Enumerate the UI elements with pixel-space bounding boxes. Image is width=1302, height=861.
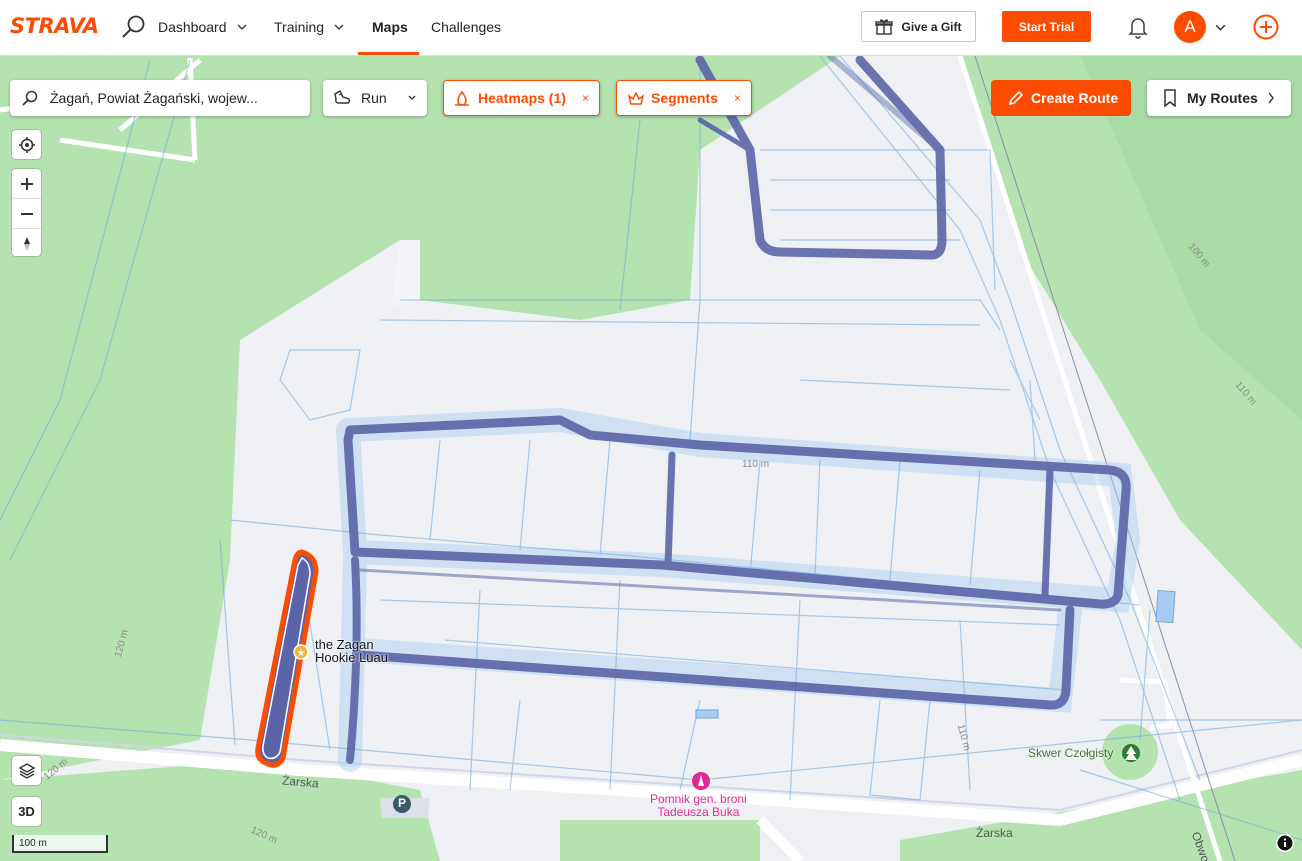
minus-icon — [20, 212, 33, 215]
heatmaps-label: Heatmaps (1) — [478, 90, 566, 106]
notification-bell-icon[interactable] — [1126, 15, 1150, 39]
svg-text:★: ★ — [297, 648, 306, 659]
search-value: Żagań, Powiat Żagański, wojew... — [50, 90, 258, 106]
monument-label-line2: Tadeusza Buka — [657, 805, 740, 819]
shoe-icon — [334, 90, 351, 104]
chevron-down-icon — [237, 24, 246, 30]
compass-button[interactable] — [12, 229, 41, 258]
attribution-info-button[interactable] — [1276, 834, 1294, 852]
parking-label: P — [398, 796, 407, 810]
poi-label[interactable]: the Zagan Hookie Luau — [315, 638, 388, 664]
segment-crown-icon — [627, 91, 645, 105]
give-gift-label: Give a Gift — [901, 19, 962, 34]
nav-training-label: Training — [274, 19, 325, 35]
compass-icon — [23, 236, 30, 251]
scale-bar: 100 m — [12, 835, 108, 853]
avatar[interactable]: A — [1174, 11, 1206, 43]
heatmap-icon — [455, 90, 469, 106]
active-tab-indicator — [358, 52, 419, 55]
monument-label[interactable]: Pomnik gen. broni Tadeusza Buka — [650, 793, 747, 819]
nav-challenges[interactable]: Challenges — [431, 19, 501, 35]
locate-me-button[interactable] — [12, 130, 41, 159]
nav-dashboard-label: Dashboard — [158, 19, 227, 35]
strava-logo[interactable]: STRAVA — [10, 14, 99, 38]
zoom-in-button[interactable] — [12, 169, 41, 198]
layers-icon — [18, 762, 35, 779]
chevron-down-icon[interactable] — [1215, 22, 1226, 33]
locate-icon — [18, 136, 35, 153]
add-circle-icon[interactable] — [1253, 14, 1279, 40]
create-route-label: Create Route — [1031, 90, 1119, 106]
bookmark-icon — [1164, 89, 1176, 107]
poi-label-line2: Hookie Luau — [315, 650, 388, 665]
chevron-down-icon — [408, 95, 416, 100]
street-label: Żarska — [976, 826, 1013, 840]
heatmaps-filter-chip[interactable]: Heatmaps (1) × — [443, 80, 600, 116]
info-icon — [1277, 835, 1293, 851]
map-layers-button[interactable] — [12, 756, 41, 785]
map-graphics: ★ — [0, 56, 1302, 861]
segments-label: Segments — [651, 90, 718, 106]
close-icon[interactable]: × — [734, 91, 741, 105]
nav-training[interactable]: Training — [274, 19, 344, 35]
location-search-input[interactable]: Żagań, Powiat Żagański, wojew... — [10, 80, 310, 116]
3d-toggle-button[interactable]: 3D — [12, 797, 41, 826]
nav-challenges-label: Challenges — [431, 19, 502, 35]
sport-value: Run — [361, 90, 387, 106]
start-trial-button[interactable]: Start Trial — [1002, 11, 1091, 42]
my-routes-label: My Routes — [1187, 90, 1258, 106]
my-routes-button[interactable]: My Routes — [1147, 80, 1291, 116]
pencil-icon — [1008, 90, 1024, 106]
top-navigation: STRAVA Dashboard Training Maps Challenge… — [0, 0, 1302, 56]
chevron-down-icon — [334, 24, 344, 30]
zoom-out-button[interactable] — [12, 199, 41, 228]
map-canvas[interactable]: ★ the Zagan Hookie Luau Żarska Żarska Ob… — [0, 56, 1302, 861]
chevron-right-icon — [1268, 92, 1274, 104]
segments-filter-chip[interactable]: Segments × — [616, 80, 752, 116]
nav-maps-label: Maps — [372, 19, 408, 35]
zoom-controls — [12, 169, 41, 256]
gift-icon — [875, 18, 894, 35]
create-route-button[interactable]: Create Route — [991, 80, 1131, 116]
sport-type-select[interactable]: Run — [323, 80, 427, 116]
search-icon — [22, 90, 38, 106]
park-label[interactable]: Skwer Czołgisty — [1028, 746, 1113, 760]
give-gift-button[interactable]: Give a Gift — [861, 11, 976, 42]
close-icon[interactable]: × — [582, 91, 589, 105]
plus-icon — [20, 177, 33, 190]
nav-dashboard[interactable]: Dashboard — [158, 19, 247, 35]
contour-label: 110 m — [742, 459, 770, 470]
nav-maps[interactable]: Maps — [372, 19, 408, 35]
search-icon[interactable] — [121, 14, 147, 40]
